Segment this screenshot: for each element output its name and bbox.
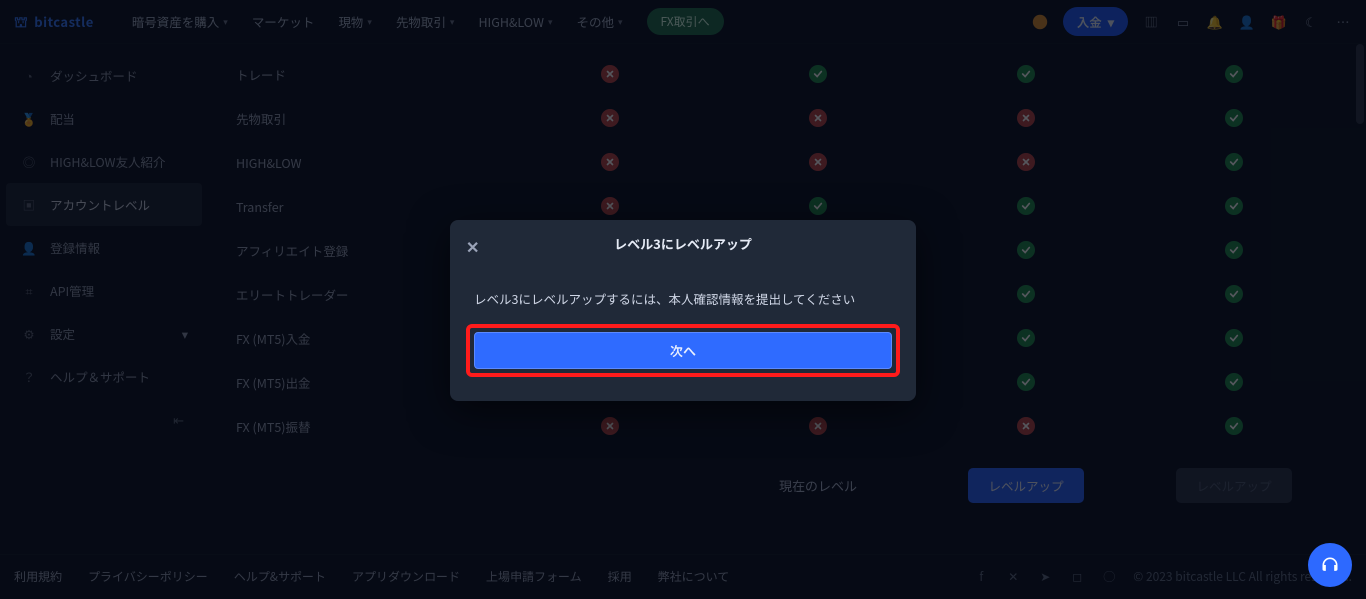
modal-next-button[interactable]: 次へ bbox=[474, 332, 892, 369]
support-chat-button[interactable] bbox=[1308, 543, 1352, 587]
modal-next-highlight: 次へ bbox=[466, 324, 900, 377]
modal-title: レベル3にレベルアップ bbox=[614, 234, 752, 253]
level-up-modal: ✕ レベル3にレベルアップ レベル3にレベルアップするには、本人確認情報を提出し… bbox=[450, 220, 916, 401]
modal-body-text: レベル3にレベルアップするには、本人確認情報を提出してください bbox=[450, 263, 916, 314]
close-icon[interactable]: ✕ bbox=[466, 234, 479, 258]
